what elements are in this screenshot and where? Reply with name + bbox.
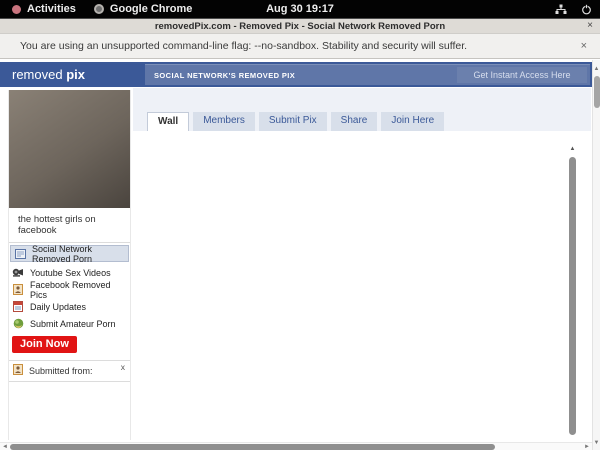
- page-top-band: Wall Members Submit Pix Share Join Here: [133, 88, 591, 131]
- submitted-from-label: Submitted from:: [29, 366, 93, 376]
- window-title-bar: removedPix.com - Removed Pix - Social Ne…: [0, 18, 600, 33]
- banner-title: SOCIAL NETWORK'S REMOVED PIX: [154, 70, 296, 80]
- window-close-icon[interactable]: ×: [587, 21, 593, 31]
- get-access-button[interactable]: Get Instant Access Here: [457, 67, 587, 83]
- join-now-button[interactable]: Join Now: [12, 336, 77, 353]
- sidebar-menu: Social Network Removed Porn Youtube Sex …: [9, 242, 130, 332]
- scroll-down-icon[interactable]: ▼: [593, 440, 600, 446]
- browser-horizontal-scrollbar: ◄ ►: [0, 442, 592, 450]
- menu-item-submit-amateur-porn[interactable]: Submit Amateur Porn: [9, 315, 130, 332]
- scroll-left-icon[interactable]: ◄: [2, 443, 8, 450]
- calendar-icon: [12, 301, 24, 312]
- scroll-up-icon[interactable]: ▲: [593, 66, 600, 72]
- warning-message: You are using an unsupported command-lin…: [20, 40, 468, 52]
- desktop-top-bar: Activities Google Chrome Aug 30 19:17: [0, 0, 600, 18]
- menu-item-social-network-removed-porn[interactable]: Social Network Removed Porn: [10, 243, 129, 264]
- photo-caption: the hottest girls on facebook: [18, 214, 96, 236]
- menu-item-label: Daily Updates: [30, 301, 87, 312]
- menu-item-label: Facebook Removed Pics: [30, 279, 111, 300]
- clock[interactable]: Aug 30 19:17: [0, 3, 600, 15]
- tab-members[interactable]: Members: [193, 112, 255, 131]
- photo-icon: [13, 362, 23, 380]
- horizontal-scrollbar-thumb[interactable]: [10, 444, 495, 450]
- menu-item-label: Social Network Removed Porn: [32, 243, 93, 264]
- site-logo[interactable]: removed pix: [12, 67, 85, 82]
- menu-item-daily-updates[interactable]: Daily Updates: [9, 298, 130, 315]
- window-title: removedPix.com - Removed Pix - Social Ne…: [154, 20, 446, 32]
- menu-item-label: Youtube Sex Videos: [30, 267, 111, 278]
- scroll-right-icon[interactable]: ►: [584, 443, 590, 450]
- menu-item-label: Submit Amateur Porn: [30, 318, 116, 329]
- browser-vertical-scrollbar: ▲ ▼: [592, 60, 600, 450]
- content-scrollbar-thumb[interactable]: [569, 157, 576, 435]
- tab-submit-pix[interactable]: Submit Pix: [258, 112, 327, 131]
- sidebar: the hottest girls on facebook Social Net…: [8, 90, 131, 440]
- scroll-up-icon[interactable]: ▲: [568, 144, 577, 154]
- submitted-close-icon[interactable]: x: [121, 362, 125, 372]
- menu-item-facebook-removed-pics[interactable]: Facebook Removed Pics: [9, 279, 130, 300]
- tab-bar: Wall Members Submit Pix Share Join Here: [147, 112, 445, 131]
- header-banner: SOCIAL NETWORK'S REMOVED PIX Get Instant…: [145, 64, 590, 85]
- note-icon: [14, 248, 26, 259]
- warning-close-icon[interactable]: ×: [581, 40, 587, 52]
- network-icon[interactable]: [555, 4, 567, 15]
- power-icon[interactable]: [581, 4, 592, 15]
- tab-share[interactable]: Share: [330, 112, 378, 131]
- browser-scrollbar-thumb[interactable]: [594, 76, 600, 108]
- tab-join-here[interactable]: Join Here: [381, 112, 445, 131]
- video-camera-icon: [12, 267, 24, 278]
- content-scrollbar: ▲: [568, 144, 577, 441]
- warning-bar: You are using an unsupported command-lin…: [0, 33, 600, 59]
- globe-icon: [12, 318, 24, 329]
- tab-wall[interactable]: Wall: [147, 112, 190, 131]
- profile-photo-placeholder[interactable]: [9, 90, 130, 208]
- menu-item-youtube-sex-videos[interactable]: Youtube Sex Videos: [9, 264, 130, 281]
- photo-icon: [12, 284, 24, 295]
- site-header: removed pix SOCIAL NETWORK'S REMOVED PIX…: [0, 62, 592, 87]
- submitted-from-box: Submitted from: x: [9, 360, 130, 382]
